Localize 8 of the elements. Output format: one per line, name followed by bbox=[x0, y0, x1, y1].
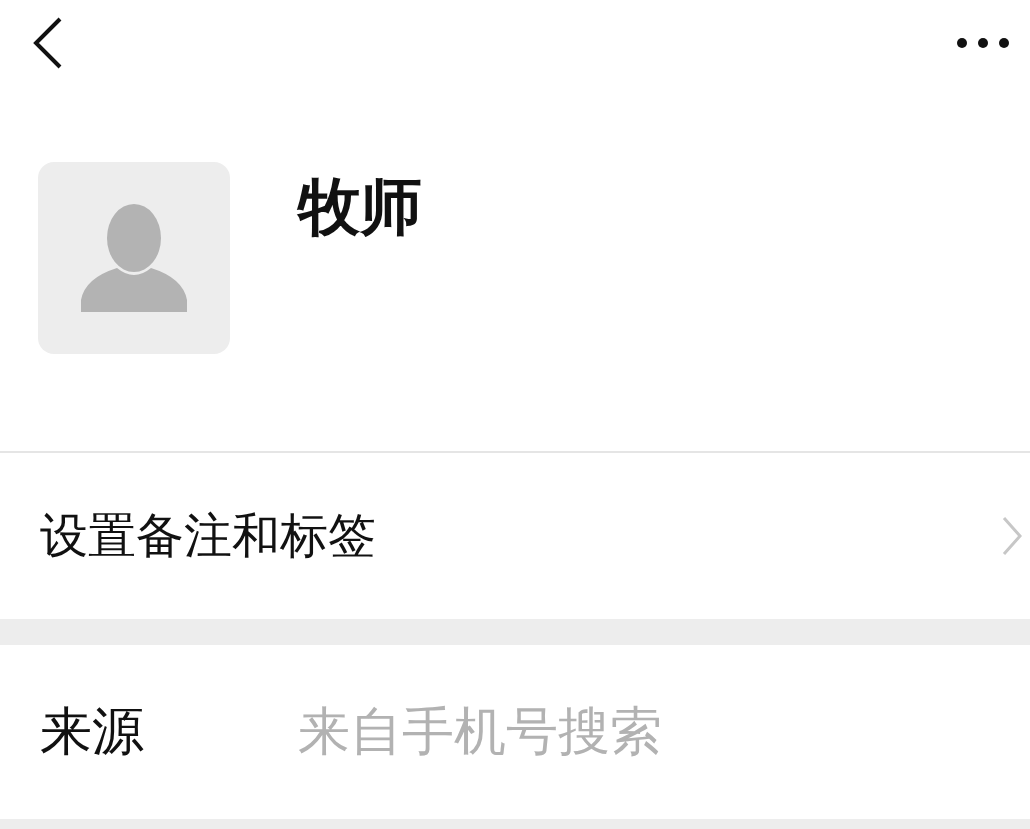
person-icon bbox=[79, 204, 189, 312]
menu-label: 设置备注和标签 bbox=[40, 506, 377, 565]
chevron-right-icon bbox=[1002, 516, 1022, 556]
info-label: 来源 bbox=[40, 700, 145, 763]
contact-name: 牧师 bbox=[298, 170, 422, 245]
menu-row[interactable]: 设置备注和标签 bbox=[0, 453, 1030, 619]
info-value: 来自手机号搜索 bbox=[298, 700, 662, 763]
more-icon[interactable] bbox=[956, 37, 1010, 49]
